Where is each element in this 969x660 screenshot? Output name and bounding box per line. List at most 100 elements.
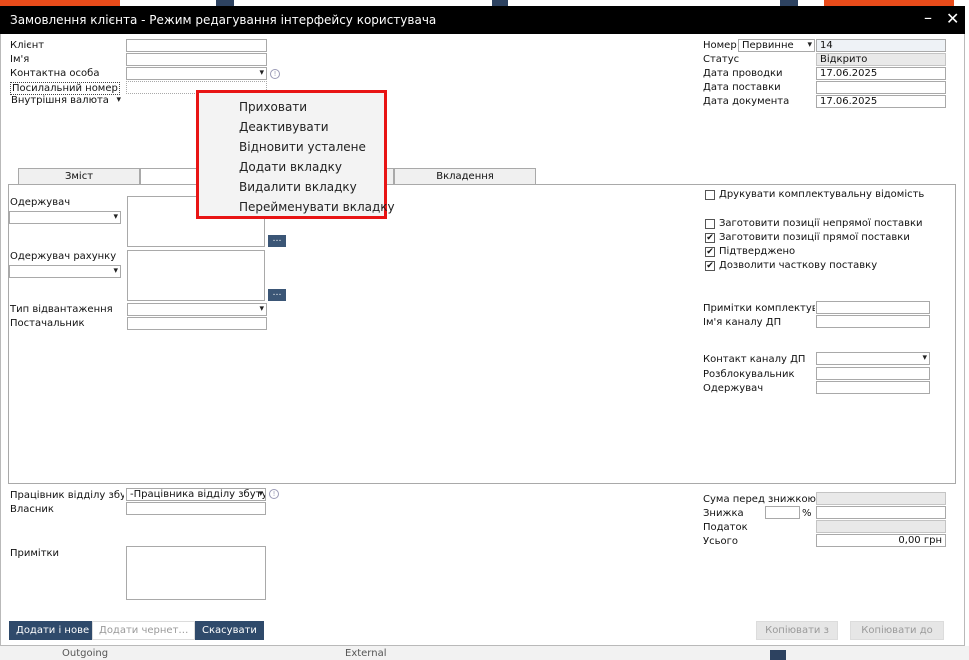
billing-recipient-select[interactable] <box>9 265 121 278</box>
dp-channel-name-label: Ім'я каналу ДП <box>703 317 782 328</box>
tab-label: Вкладення <box>436 171 494 182</box>
add-draft-button[interactable]: Додати чернет… <box>92 621 196 640</box>
recipient-select[interactable] <box>9 211 121 224</box>
discount-label: Знижка <box>703 508 744 519</box>
unblocker-label: Розблокувальник <box>703 369 795 380</box>
recipient2-input[interactable] <box>816 381 930 394</box>
remarks-label: Примітки <box>10 548 60 559</box>
tab-attachments[interactable]: Вкладення <box>394 168 536 185</box>
number-input[interactable]: 14 <box>816 39 946 52</box>
discount-amount-input[interactable] <box>816 506 946 519</box>
context-menu: Приховати Деактивувати Відновити устален… <box>196 90 395 219</box>
confirmed-checkbox[interactable]: ✔ <box>705 247 715 257</box>
owner-input[interactable] <box>126 502 266 515</box>
partial-delivery-label: Дозволити часткову поставку <box>719 260 878 271</box>
number-series-select[interactable]: Первинне <box>738 39 815 52</box>
menu-item-hide[interactable]: Приховати <box>239 100 307 114</box>
client-label: Клієнт <box>10 40 45 51</box>
add-and-new-button[interactable]: Додати і нове <box>9 621 97 640</box>
confirmed-label: Підтверджено <box>719 246 796 257</box>
billing-more-button[interactable]: … <box>268 289 286 301</box>
copy-to-button[interactable]: Копіювати до <box>850 621 944 640</box>
document-date-input[interactable]: 17.06.2025 <box>816 95 946 108</box>
discount-percent-input[interactable] <box>765 506 800 519</box>
menu-item-deactivate[interactable]: Деактивувати <box>239 120 329 134</box>
supplier-label: Постачальник <box>10 318 85 329</box>
billing-address[interactable] <box>127 250 265 301</box>
dp-channel-contact-label: Контакт каналу ДП <box>703 354 806 365</box>
copy-from-label: Копіювати з <box>765 625 829 636</box>
unblocker-input[interactable] <box>816 367 930 380</box>
dp-channel-contact-select[interactable] <box>816 352 930 365</box>
remarks-textarea[interactable] <box>126 546 266 600</box>
client-input[interactable] <box>126 39 267 52</box>
currency-value: Внутрішня валюта <box>11 95 109 106</box>
number-label: Номер <box>703 40 737 51</box>
total-field: 0,00 грн <box>816 534 946 547</box>
number-value: 14 <box>820 40 833 51</box>
document-date-label: Дата документа <box>703 96 790 107</box>
supplier-input[interactable] <box>127 317 267 330</box>
owner-label: Власник <box>10 504 54 515</box>
number-series-value: Первинне <box>742 40 794 51</box>
direct-delivery-checkbox[interactable]: ✔ <box>705 233 715 243</box>
billing-recipient-label: Одержувач рахунку <box>10 251 117 262</box>
dp-channel-name-input[interactable] <box>816 315 930 328</box>
delivery-date-label: Дата поставки <box>703 82 781 93</box>
add-and-new-label: Додати і нове <box>16 625 90 636</box>
background-text: Outgoing <box>62 648 109 659</box>
tab-contents[interactable]: Зміст <box>18 168 140 185</box>
recipient-more-button[interactable]: … <box>268 235 286 247</box>
tab-label: Зміст <box>64 171 94 182</box>
delivery-date-input[interactable] <box>816 81 946 94</box>
sales-employee-value: -Працівника відділу збуту немає- <box>130 489 266 500</box>
copy-from-button[interactable]: Копіювати з <box>756 621 838 640</box>
total-label: Усього <box>703 536 738 547</box>
shipping-type-select[interactable] <box>127 303 267 316</box>
print-pick-list-label: Друкувати комплектувальну відомість <box>719 189 925 200</box>
menu-item-remove-tab[interactable]: Видалити вкладку <box>239 180 357 194</box>
name-input[interactable] <box>126 53 267 66</box>
tax-field <box>816 520 946 533</box>
recipient2-label: Одержувач <box>703 383 764 394</box>
total-before-discount-field <box>816 492 946 505</box>
indirect-delivery-checkbox[interactable] <box>705 219 715 229</box>
status-value: Відкрито <box>820 54 868 65</box>
shipping-type-label: Тип відвантаження <box>10 304 113 315</box>
total-before-discount-label: Сума перед знижкою <box>703 494 816 505</box>
contact-select[interactable] <box>126 67 267 80</box>
add-draft-label: Додати чернет… <box>99 625 189 636</box>
sales-employee-select[interactable]: -Працівника відділу збуту немає- <box>126 488 266 501</box>
info-icon[interactable]: ! <box>269 489 279 499</box>
pick-notes-input[interactable] <box>816 301 930 314</box>
close-icon[interactable]: ✕ <box>946 9 959 28</box>
posting-date-input[interactable]: 17.06.2025 <box>816 67 946 80</box>
tax-label: Податок <box>703 522 748 533</box>
currency-select[interactable]: Внутрішня валюта <box>8 95 123 108</box>
info-icon[interactable]: ! <box>270 69 280 79</box>
background-text: External <box>345 648 387 659</box>
cancel-button[interactable]: Скасувати <box>195 621 264 640</box>
background-strip-bottom: Outgoing External <box>0 646 969 660</box>
pick-notes-label: Примітки комплектування <box>703 303 815 314</box>
menu-item-add-tab[interactable]: Додати вкладку <box>239 160 342 174</box>
window-title: Замовлення клієнта - Режим редагування і… <box>10 13 437 27</box>
menu-item-rename-tab[interactable]: Перейменувати вкладку <box>239 200 395 214</box>
partial-delivery-checkbox[interactable]: ✔ <box>705 261 715 271</box>
percent-sign: % <box>802 508 812 519</box>
background-fragment <box>770 650 786 660</box>
name-label: Ім'я <box>10 54 30 65</box>
minimize-icon[interactable]: – <box>924 8 932 27</box>
recipient-label: Одержувач <box>10 197 71 208</box>
sales-employee-label: Працівник відділу збуту <box>10 490 124 501</box>
menu-item-restore-default[interactable]: Відновити усталене <box>239 140 366 154</box>
print-pick-list-checkbox[interactable] <box>705 190 715 200</box>
posting-date-label: Дата проводки <box>703 68 783 79</box>
document-date-value: 17.06.2025 <box>820 96 878 107</box>
status-label: Статус <box>703 54 740 65</box>
indirect-delivery-label: Заготовити позиції непрямої поставки <box>719 218 923 229</box>
contact-label: Контактна особа <box>10 68 100 79</box>
posting-date-value: 17.06.2025 <box>820 68 878 79</box>
cancel-label: Скасувати <box>202 625 257 636</box>
reference-label[interactable]: Посилальний номер <box>10 82 120 95</box>
